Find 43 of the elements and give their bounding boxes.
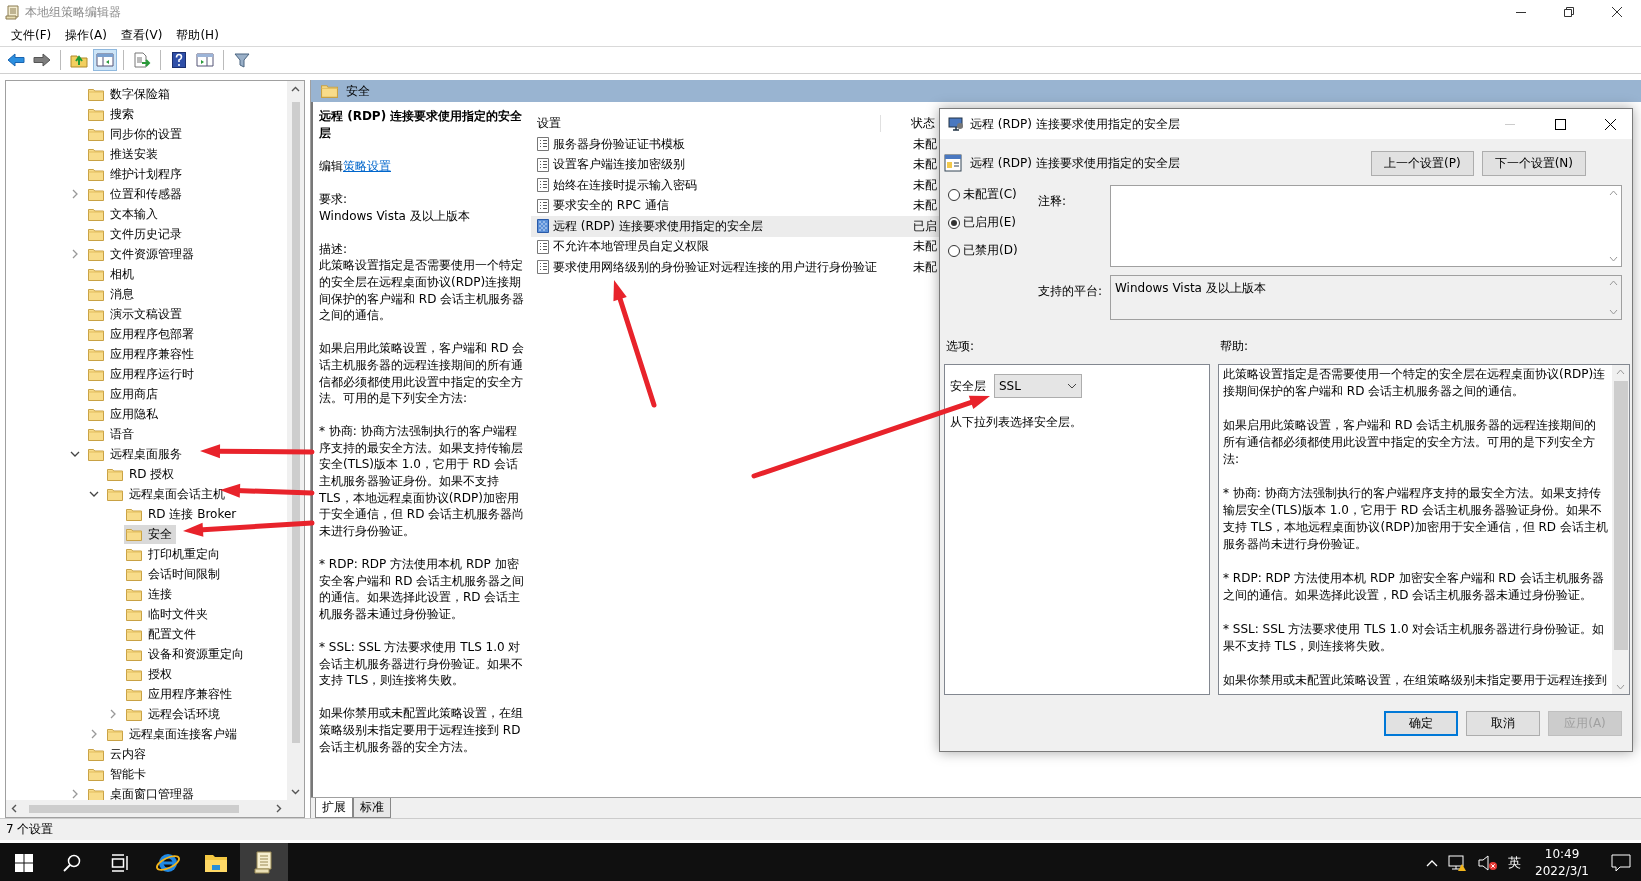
requirement-text: Windows Vista 及以上版本 <box>319 208 470 223</box>
setting-status: 未配 <box>913 156 937 174</box>
security-layer-label: 安全层 <box>950 377 986 395</box>
help-paragraph: 如果启用此策略设置，客户端和 RD 会话主机服务器的远程连接期间的所有通信都必须都使用此设置中指定的安全方法。可用的是下列安全方法: <box>1223 417 1598 468</box>
description-label: 描述: <box>319 240 349 258</box>
help-paragraph: * RDP: RDP 方法使用本机 RDP 加密安全客户端和 RD 会话主机服务器之间的通信。如果选择此设置，RD 会话主机服务器未通过身份验证。 <box>1223 570 1605 604</box>
edit-label: 编辑 <box>319 158 343 173</box>
option-hint: 从下拉列表选择安全层。 <box>950 414 1083 431</box>
setting-name: 不允许本地管理员自定义权限 <box>553 238 710 256</box>
requirement-label: 要求: <box>319 191 348 206</box>
comment-label: 注释: <box>1038 193 1068 210</box>
window-title: 本地组策略编辑器 <box>25 3 121 21</box>
help-label: 帮助: <box>1220 338 1249 350</box>
setting-name: 要求使用网络级别的身份验证对远程连接的用户进行身份验证 <box>553 258 878 276</box>
pane-title: 安全 <box>346 82 370 100</box>
policy-heading: 远程 (RDP) 连接要求使用指定的安全层 <box>970 154 1180 172</box>
options-label: 选项: <box>946 338 976 350</box>
help-paragraph: * 协商: 协商方法强制执行的客户端程序支持的最安全方法。如果支持传输层安全(TLS)版本 1.0，它用于 RD 会话主机服务器验证身份。如果不支持 TLS，本地远程桌面协议(RDP)加密用于安全通信，但 RD 会话主机服务器尚未进行身份验证。 <box>1223 485 1608 553</box>
setting-status: 未配 <box>913 258 937 276</box>
setting-name: 远程 (RDP) 连接要求使用指定的安全层 <box>553 217 764 235</box>
description-paragraph: * RDP: RDP 方法使用本机 RDP 加密安全客户端和 RD 会话主机服务器之间的通信。如果选择此设置，RD 会话主机服务器未通过身份验证。 <box>319 556 525 623</box>
setting-name: 要求安全的 RPC 通信 <box>553 197 670 215</box>
platform-field: Windows Vista 及以上版本 <box>1110 275 1622 320</box>
help-paragraph: * SSL: SSL 方法要求使用 TLS 1.0 对会话主机服务器进行身份验证。如果不支持 TLS，则连接将失败。 <box>1223 621 1606 655</box>
setting-name: 始终在连接时提示输入密码 <box>553 176 698 194</box>
description-paragraph: 此策略设置指定是否需要使用一个特定的安全层在远程桌面协议(RDP)连接期间保护的客户端和 RD 会话主机服务器之间的通信。 <box>319 257 525 324</box>
platform-label: 支持的平台: <box>1038 283 1104 300</box>
setting-status: 未配 <box>913 176 937 194</box>
help-paragraph: 如果你禁用或未配置此策略设置，在组策略级别未指定要用于远程连接到 <box>1223 672 1608 689</box>
dialog-title: 远程 (RDP) 连接要求使用指定的安全层 <box>970 115 1180 133</box>
setting-name: 设置客户端连接加密级别 <box>553 156 686 174</box>
description-paragraph: 如果你禁用或未配置此策略设置，在组策略级别未指定要用于远程连接到 RD 会话主机服务器的安全方法。 <box>319 705 524 756</box>
help-paragraph: 此策略设置指定是否需要使用一个特定的安全层在远程桌面协议(RDP)连接期间保护的客户端和 RD 会话主机服务器之间的通信。 <box>1223 366 1607 400</box>
policy-title: 远程 (RDP) 连接要求使用指定的安全层 <box>319 108 524 142</box>
setting-status: 未配 <box>913 238 937 256</box>
setting-status: 未配 <box>913 135 937 153</box>
description-paragraph: * 协商: 协商方法强制执行的客户端程序支持的最安全方法。如果支持传输层安全(TLS)版本 1.0，它用于 RD 会话主机服务器验证身份。如果不支持 TLS，本地远程桌面协议(RDP)加密用于安全通信，但 RD 会话主机服务器尚未进行身份验证。 <box>319 423 525 540</box>
setting-status: 未配 <box>913 197 937 215</box>
description-paragraph: * SSL: SSL 方法要求使用 TLS 1.0 对会话主机服务器进行身份验证。如果不支持 TLS，则连接将失败。 <box>319 639 524 689</box>
setting-name: 服务器身份验证证书模板 <box>553 135 686 153</box>
description-paragraph: 如果启用此策略设置，客户端和 RD 会话主机服务器的远程连接期间的所有通信都必须都使用此设置中指定的安全方法。可用的是下列安全方法: <box>319 340 525 407</box>
setting-status: 已启 <box>913 217 937 235</box>
status-text: 7 个设置 <box>6 821 54 838</box>
